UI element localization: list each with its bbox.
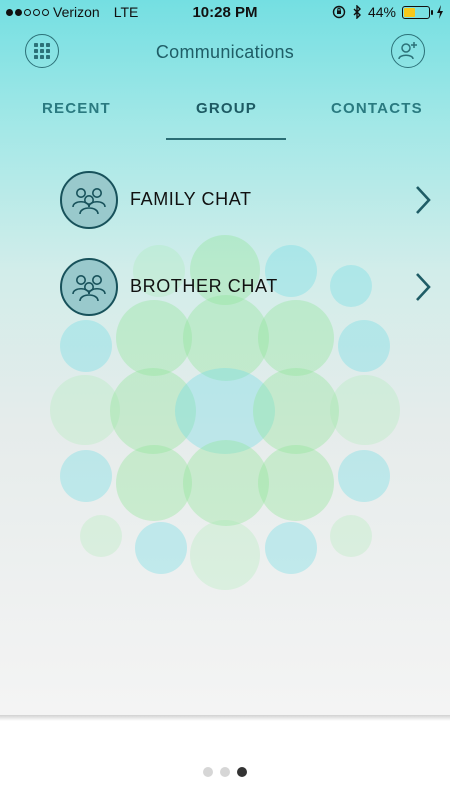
- bubble: [265, 522, 317, 574]
- bubble: [330, 375, 400, 445]
- bubble: [253, 368, 339, 454]
- page-dot-2[interactable]: [220, 767, 230, 777]
- group-people-icon: [72, 275, 106, 302]
- bubble: [60, 450, 112, 502]
- add-contact-icon: [398, 42, 417, 60]
- orientation-lock-icon: [332, 5, 346, 19]
- bubble: [338, 320, 390, 372]
- bubble: [338, 450, 390, 502]
- bubble: [190, 520, 260, 590]
- bubble: [116, 445, 192, 521]
- active-tab-indicator: [166, 138, 286, 140]
- add-contact-button[interactable]: [391, 34, 425, 68]
- charging-bolt-icon: [437, 5, 443, 19]
- chevron-right-icon: [416, 186, 431, 214]
- group-row-family-chat[interactable]: FAMILY CHAT: [60, 171, 440, 231]
- group-avatar: [60, 258, 118, 316]
- bubble: [330, 515, 372, 557]
- app-screen: Verizon LTE 10:28 PM 44% Communications …: [0, 0, 450, 715]
- chevron-right-icon: [416, 273, 431, 301]
- bubble: [80, 515, 122, 557]
- group-name: BROTHER CHAT: [130, 276, 278, 296]
- tab-contacts[interactable]: CONTACTS: [331, 100, 423, 117]
- status-bar: Verizon LTE 10:28 PM 44%: [0, 0, 450, 26]
- status-right: 44%: [332, 4, 444, 20]
- battery-fill: [404, 7, 415, 17]
- app-header: Communications: [0, 30, 450, 74]
- bubble: [60, 320, 112, 372]
- group-name: FAMILY CHAT: [130, 189, 252, 209]
- bluetooth-icon: [353, 5, 361, 19]
- tab-recent[interactable]: RECENT: [42, 100, 111, 117]
- bubble: [258, 445, 334, 521]
- page-dot-1[interactable]: [203, 767, 213, 777]
- battery-icon: [402, 5, 433, 19]
- bottom-pager-area: [0, 715, 450, 800]
- page-indicator: [0, 767, 450, 777]
- page-title: Communications: [155, 42, 295, 62]
- tab-group[interactable]: GROUP: [196, 100, 257, 117]
- bubble: [135, 522, 187, 574]
- battery-percent: 44%: [367, 4, 396, 20]
- tab-bar: RECENT GROUP CONTACTS: [0, 100, 450, 142]
- page-dot-3-active[interactable]: [237, 767, 247, 777]
- group-people-icon: [72, 188, 106, 215]
- bubble: [183, 440, 269, 526]
- group-row-brother-chat[interactable]: BROTHER CHAT: [60, 258, 440, 318]
- group-avatar: [60, 171, 118, 229]
